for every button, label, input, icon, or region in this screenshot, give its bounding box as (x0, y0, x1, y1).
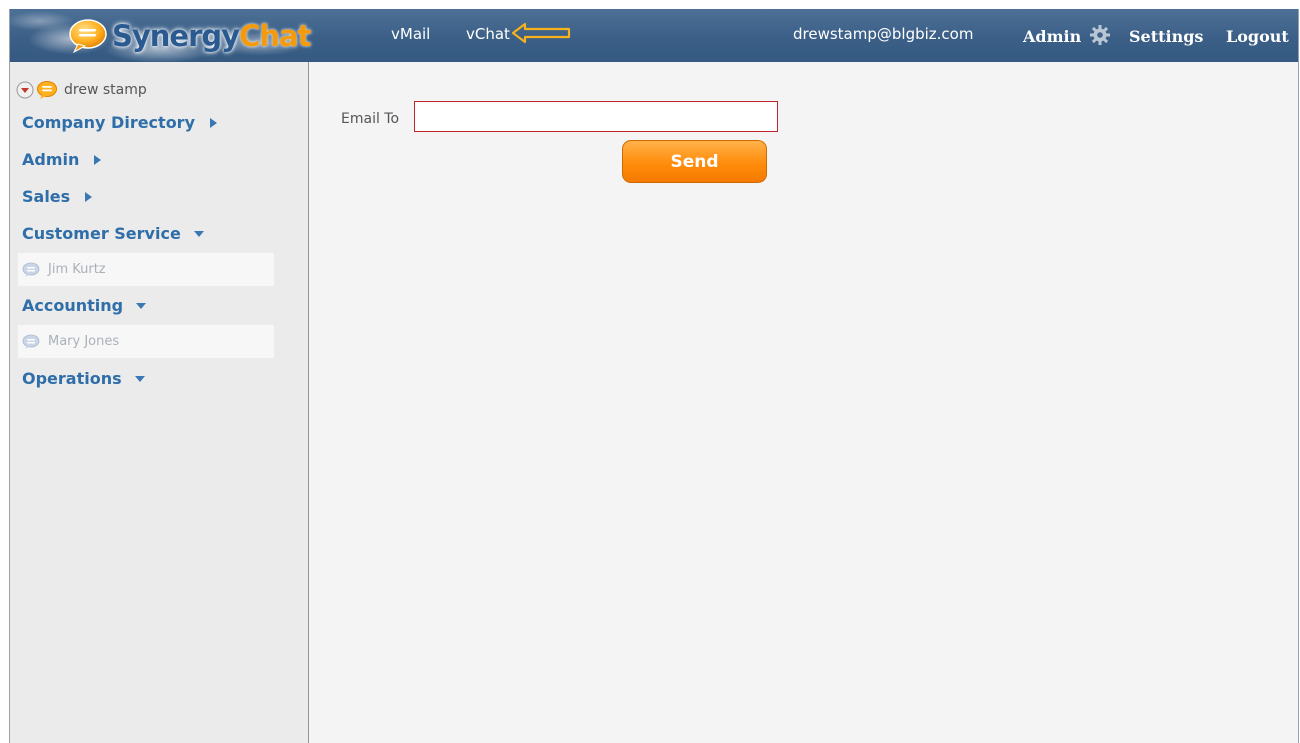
current-user-name: drew stamp (64, 82, 147, 98)
gear-icon[interactable] (1089, 24, 1111, 46)
app-window: SynergyChat vMail vChat drewstamp@blgbiz… (9, 9, 1299, 743)
caret-right-icon (210, 118, 217, 128)
email-to-input[interactable] (414, 101, 778, 132)
settings-link[interactable]: Settings (1129, 27, 1203, 47)
nav-vchat-link[interactable]: vChat (466, 24, 510, 44)
sidebar-group-label: Accounting (22, 296, 124, 315)
offline-chat-bubble-icon (22, 334, 40, 349)
sidebar-group-label: Operations (22, 369, 122, 388)
send-button[interactable]: Send (622, 140, 767, 183)
brand-logo[interactable]: SynergyChat (68, 18, 311, 54)
chat-bubble-icon (69, 19, 107, 54)
sidebar-group-sales[interactable]: Sales (22, 185, 94, 209)
chat-bubble-icon (37, 81, 57, 99)
caret-down-icon (193, 231, 204, 237)
top-bar: SynergyChat vMail vChat drewstamp@blgbiz… (10, 9, 1298, 62)
logout-link[interactable]: Logout (1226, 27, 1289, 47)
caret-down-icon (136, 303, 147, 309)
sidebar-group-label: Admin (22, 150, 80, 169)
caret-right-icon (85, 192, 93, 202)
caret-down-icon (134, 376, 145, 382)
sidebar-group-label: Sales (22, 187, 71, 206)
sidebar-group-label: Customer Service (22, 224, 181, 243)
contact-item-jim-kurtz[interactable]: Jim Kurtz (18, 253, 274, 286)
contact-name: Jim Kurtz (48, 262, 106, 277)
brand-name-part1: Synergy (112, 19, 240, 53)
admin-link[interactable]: Admin (1023, 27, 1081, 47)
nav-vmail-link[interactable]: vMail (391, 24, 430, 44)
sidebar-group-accounting[interactable]: Accounting (22, 294, 147, 318)
caret-right-icon (94, 155, 102, 165)
user-email: drewstamp@blgbiz.com (793, 25, 974, 43)
sidebar-group-customer-service[interactable]: Customer Service (22, 222, 205, 246)
sidebar-group-admin[interactable]: Admin (22, 148, 103, 172)
sidebar-group-company-directory[interactable]: Company Directory (22, 111, 219, 135)
sidebar: drew stamp Company Directory Admin Sales… (10, 62, 309, 743)
brand-name-part2: Chat (239, 19, 311, 53)
sidebar-group-label: Company Directory (22, 113, 195, 132)
status-dropdown-icon[interactable] (16, 81, 34, 99)
contact-item-mary-jones[interactable]: Mary Jones (18, 325, 274, 358)
left-arrow-indicator-icon (511, 22, 571, 44)
sidebar-group-operations[interactable]: Operations (22, 367, 146, 391)
offline-chat-bubble-icon (22, 262, 40, 277)
email-to-label: Email To (341, 111, 400, 127)
contact-name: Mary Jones (48, 334, 120, 349)
current-user-row: drew stamp (16, 79, 147, 101)
